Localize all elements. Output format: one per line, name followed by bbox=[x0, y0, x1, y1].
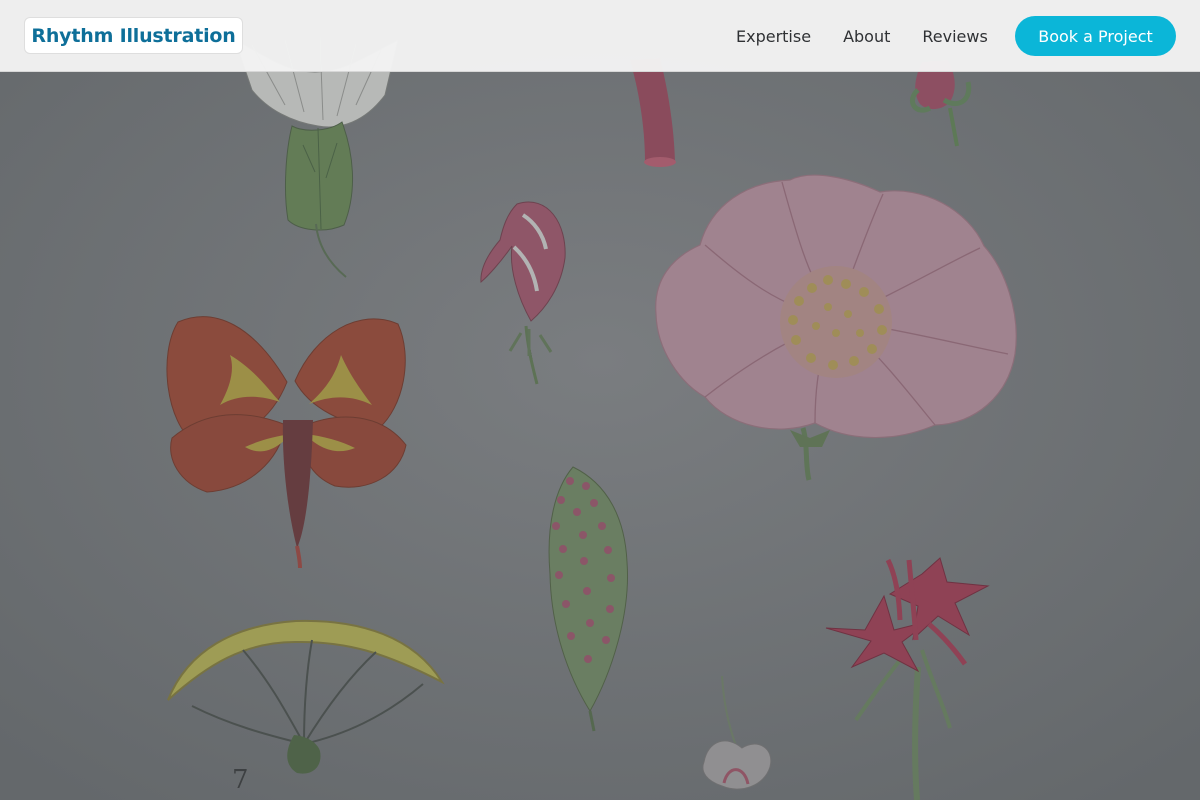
nav-item-about[interactable]: About bbox=[843, 27, 890, 46]
book-project-button[interactable]: Book a Project bbox=[1015, 16, 1176, 56]
hero-overlay bbox=[0, 0, 1200, 800]
nav-item-reviews[interactable]: Reviews bbox=[922, 27, 987, 46]
primary-navigation: Expertise About Reviews bbox=[736, 24, 988, 48]
nav-item-expertise[interactable]: Expertise bbox=[736, 27, 811, 46]
top-navigation-bar: Rhythm Illustration Expertise About Revi… bbox=[0, 0, 1200, 72]
brand-logo[interactable]: Rhythm Illustration bbox=[24, 17, 243, 54]
page: 7 Rhythm Illustration Expertise About Re… bbox=[0, 0, 1200, 800]
